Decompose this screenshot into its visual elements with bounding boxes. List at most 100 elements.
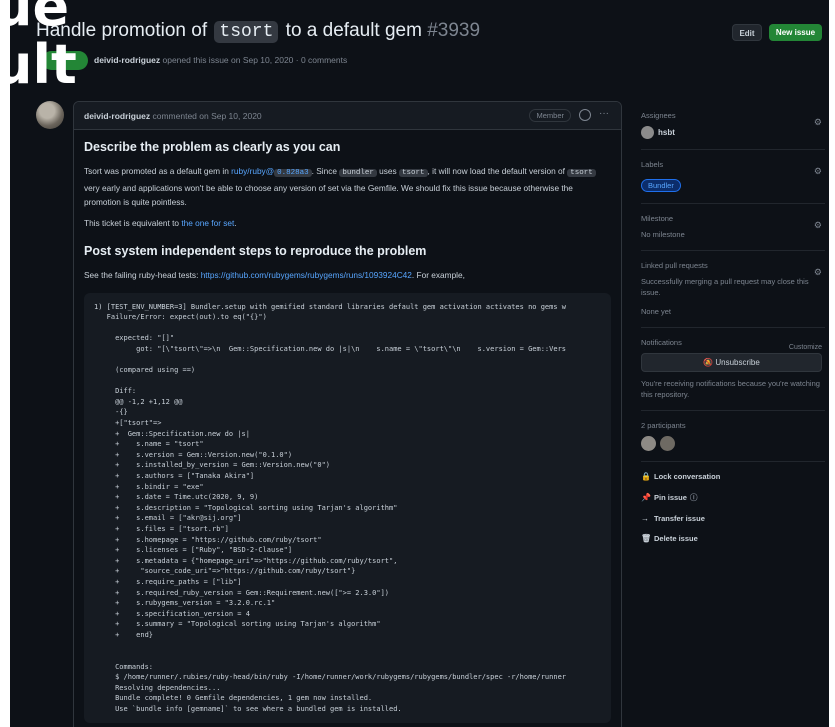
left-edge (0, 0, 10, 727)
lock-conversation-button[interactable]: 🔒 Lock conversation (641, 472, 825, 481)
avatar[interactable] (36, 101, 64, 129)
sidebar-assignees: Assignees ⚙ hsbt (641, 111, 825, 150)
code-line: + s.email = ["akr@sij.org"] (94, 514, 242, 523)
labels-title: Labels (641, 160, 664, 169)
commit-sha: 0.828a3 (274, 169, 312, 177)
code-line: + Gem::Specification.new do |s| (94, 429, 250, 438)
p1-text-b: . Since (311, 166, 340, 176)
code-line: Diff: (94, 387, 137, 396)
comment-author-link[interactable]: deivid-rodriguez (84, 111, 150, 121)
participants-list (641, 436, 825, 451)
edit-button[interactable]: Edit (732, 24, 762, 41)
pin-label: Pin issue (654, 493, 687, 502)
milestone-title: Milestone (641, 214, 674, 223)
paragraph-2: This ticket is equivalent to the one for… (84, 216, 611, 231)
code-line: + s.installed_by_version = Gem::Version.… (94, 461, 331, 470)
code-line: -{} (94, 408, 128, 417)
commit-link-text: ruby/ruby@ (231, 166, 275, 176)
code-line: 1) [TEST_ENV_NUMBER=3] Bundler.setup wit… (94, 302, 567, 311)
assignees-title: Assignees (641, 111, 676, 120)
sidebar-labels: Labels ⚙ Bundler (641, 160, 825, 204)
participants-title: 2 participants (641, 421, 686, 430)
p2-text-a: This ticket is equivalent to (84, 217, 182, 228)
title-text-before: Handle promotion of (36, 20, 213, 41)
right-edge (829, 0, 835, 727)
meta-author-link[interactable]: deivid-rodriguez (94, 55, 160, 65)
runs-link[interactable]: https://github.com/rubygems/rubygems/run… (201, 270, 412, 280)
issue-number: #3939 (427, 20, 481, 41)
unsubscribe-button[interactable]: 🔕 Unsubscribe (641, 353, 822, 372)
transfer-issue-button[interactable]: → Transfer issue (641, 514, 825, 523)
code-line: + s.summary = "Topological sorting using… (94, 620, 381, 629)
sidebar-milestone: Milestone ⚙ No milestone (641, 214, 825, 251)
linked-value: None yet (641, 307, 672, 316)
p3-text-b: . For example, (411, 270, 465, 280)
p1-text-e: very early and applications won't be abl… (84, 182, 573, 208)
gear-icon[interactable]: ⚙ (814, 117, 822, 128)
code-line: +["tsort"=> (94, 419, 162, 428)
customize-link[interactable]: Customize (789, 344, 822, 351)
delete-label: Delete issue (654, 534, 698, 543)
code-line: + s.rubygems_version = "3.2.0.rc.1" (94, 599, 276, 608)
title-text-after: to a default gem (280, 20, 428, 41)
title-code: tsort (214, 21, 279, 43)
code-tsort-1: tsort (398, 169, 428, 177)
code-line: @@ -1,2 +1,12 @@ (94, 397, 183, 406)
smiley-icon[interactable] (579, 109, 591, 121)
arrow-right-icon: → (641, 514, 649, 523)
linked-title: Linked pull requests (641, 261, 708, 270)
state-badge (42, 51, 88, 70)
pin-issue-button[interactable]: 📌 Pin issue ⓘ (641, 492, 825, 503)
assignee[interactable]: hsbt (641, 126, 825, 139)
p1-text-c: uses (376, 166, 399, 176)
code-bundler: bundler (339, 169, 377, 177)
code-line: + s.require_paths = ["lib"] (94, 577, 242, 586)
code-line: + end} (94, 630, 154, 639)
gear-icon[interactable]: ⚙ (814, 220, 822, 231)
role-badge: Member (529, 109, 571, 122)
code-line: Failure/Error: expect(out).to eq("{}") (94, 313, 267, 322)
avatar[interactable] (660, 436, 675, 451)
label-bundler[interactable]: Bundler (641, 179, 681, 192)
code-line: + s.authors = ["Tanaka Akira"] (94, 472, 255, 480)
code-block[interactable]: 1) [TEST_ENV_NUMBER=3] Bundler.setup wit… (84, 292, 611, 723)
code-line: + "source_code_uri"=>"https://github.com… (94, 567, 356, 576)
comment-date: commented on Sep 10, 2020 (150, 111, 262, 121)
new-issue-button[interactable]: New issue (769, 24, 822, 41)
sidebar-participants: 2 participants (641, 421, 825, 462)
heading-steps: Post system independent steps to reprodu… (84, 244, 427, 258)
code-line: + s.homepage = "https://github.com/ruby/… (94, 535, 322, 544)
comment-header: deivid-rodriguez commented on Sep 10, 20… (74, 102, 621, 130)
commit-link[interactable]: ruby/ruby@ 0.828a3 (231, 166, 312, 177)
linked-desc: Successfully merging a pull request may … (641, 277, 809, 297)
notification-desc: You're receiving notifications because y… (641, 379, 820, 399)
code-line: + s.bindir = "exe" (94, 482, 204, 491)
more-icon[interactable]: ··· (599, 108, 609, 119)
info-icon: ⓘ (689, 493, 698, 502)
gear-icon[interactable]: ⚙ (814, 166, 822, 177)
code-line: + s.specification_version = 4 (94, 609, 250, 618)
code-line: + s.date = Time.utc(2020, 9, 9) (94, 493, 259, 502)
sidebar-actions: 🔒 Lock conversation 📌 Pin issue ⓘ → Transfer… (641, 472, 825, 543)
pin-icon: 📌 (641, 493, 651, 502)
delete-issue-button[interactable]: 🗑 Delete issue (641, 534, 825, 543)
gear-icon[interactable]: ⚙ (814, 267, 822, 278)
lock-icon: 🔒 (641, 472, 651, 481)
code-line: + s.licenses = ["Ruby", "BSD-2-Clause"] (94, 546, 293, 555)
issue-page: Handle promotion of tsort to a default g… (0, 0, 835, 727)
sidebar-notifications: Notifications Customize 🔕 Unsubscribe Yo… (641, 338, 825, 411)
lock-label: Lock conversation (654, 472, 721, 481)
comment-body: Describe the problem as clearly as you c… (74, 130, 621, 727)
bell-slash-icon: 🔕 (703, 358, 716, 367)
avatar[interactable] (641, 436, 656, 451)
milestone-value: No milestone (641, 230, 685, 239)
code-line: got: "[\"tsort\"=>\n Gem::Specification.… (94, 344, 567, 353)
page-title: Handle promotion of tsort to a default g… (36, 20, 481, 43)
set-issue-link[interactable]: the one for set (181, 218, 234, 228)
paragraph-3: See the failing ruby-head tests: https:/… (84, 268, 611, 283)
